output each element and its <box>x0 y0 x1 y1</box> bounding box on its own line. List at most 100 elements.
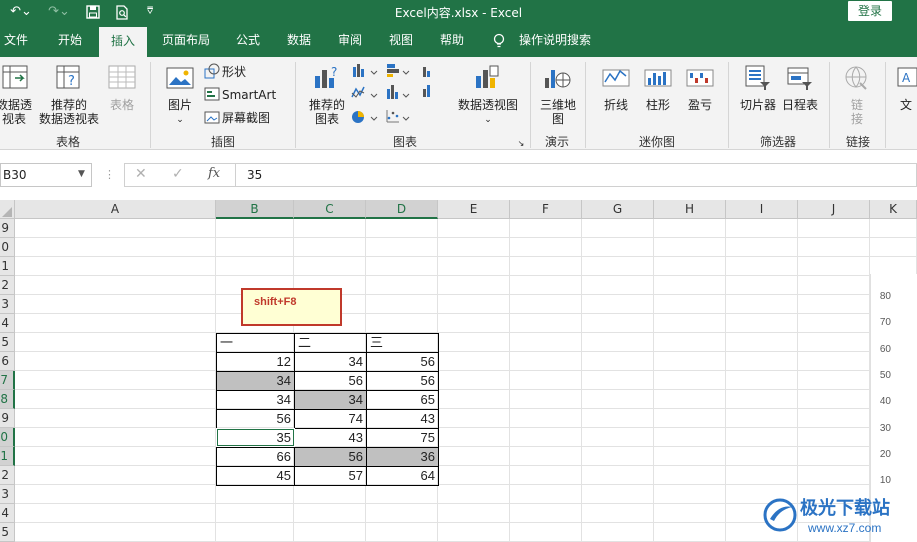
table-cell[interactable]: 56 <box>295 448 366 466</box>
insert-function-icon[interactable]: fx <box>208 166 220 181</box>
dialog-launcher-icon[interactable]: ↘ <box>516 137 526 151</box>
tab-insert[interactable]: 插入 <box>99 27 147 57</box>
row-header[interactable]: 1 <box>0 257 15 276</box>
row-header[interactable]: 2 <box>0 276 15 295</box>
table-cell[interactable]: 74 <box>295 410 366 428</box>
tab-home[interactable]: 开始 <box>50 24 90 57</box>
gridline <box>15 408 917 409</box>
row-header[interactable]: 0 <box>0 428 15 447</box>
table-cell[interactable]: 43 <box>367 410 438 428</box>
table-cell[interactable]: 45 <box>217 467 294 485</box>
table-cell[interactable]: 56 <box>295 372 366 390</box>
shapes-button[interactable]: 形状 <box>222 65 262 79</box>
column-header-c[interactable]: C <box>294 200 366 219</box>
row-header[interactable]: 2 <box>0 466 15 485</box>
chevron-down-icon: ⌄ <box>484 115 492 125</box>
gridline <box>15 484 917 485</box>
chart-y-tick-label: 40 <box>879 396 891 408</box>
gridline <box>15 294 917 295</box>
tab-review[interactable]: 审阅 <box>330 24 370 57</box>
table-cell[interactable]: 57 <box>295 467 366 485</box>
note-box[interactable]: shift+F8 <box>241 288 342 326</box>
row-header[interactable]: 0 <box>0 238 15 257</box>
row-header[interactable]: 6 <box>0 352 15 371</box>
column-header-b[interactable]: B <box>216 200 294 219</box>
table-cell[interactable]: 34 <box>295 391 366 409</box>
table-cell[interactable]: 56 <box>367 353 438 371</box>
row-header[interactable]: 7 <box>0 371 15 390</box>
row-header[interactable]: 4 <box>0 314 15 333</box>
row-header[interactable]: 9 <box>0 409 15 428</box>
column-header-f[interactable]: F <box>510 200 582 219</box>
table-border <box>216 352 439 353</box>
row-header[interactable]: 3 <box>0 295 15 314</box>
column-header-i[interactable]: I <box>726 200 798 219</box>
formula-input[interactable]: 35 <box>236 163 917 187</box>
tab-formulas[interactable]: 公式 <box>228 24 268 57</box>
table-cell[interactable]: 43 <box>295 429 366 447</box>
table-cell[interactable]: 75 <box>367 429 438 447</box>
table-cell[interactable]: 12 <box>217 353 294 371</box>
row-header[interactable]: 4 <box>0 504 15 523</box>
row-header[interactable]: 5 <box>0 523 15 542</box>
sparkline-winloss-icon <box>686 69 714 87</box>
column-header-h[interactable]: H <box>654 200 726 219</box>
row-header[interactable]: 3 <box>0 485 15 504</box>
pictures-button[interactable]: 图片 <box>160 98 200 112</box>
chevron-down-icon[interactable]: ▼ <box>78 169 85 179</box>
table-cell[interactable]: 65 <box>367 391 438 409</box>
gridline <box>15 370 917 371</box>
tab-view[interactable]: 视图 <box>381 24 421 57</box>
column-header-d[interactable]: D <box>366 200 438 219</box>
table-button[interactable]: 表格 <box>104 98 140 112</box>
tell-me-search[interactable]: 操作说明搜索 <box>515 24 595 57</box>
table-cell[interactable]: 56 <box>367 372 438 390</box>
table-cell[interactable]: 56 <box>217 410 294 428</box>
enter-icon[interactable]: ✓ <box>172 166 184 182</box>
smartart-button[interactable]: SmartArt <box>222 88 282 102</box>
tab-data[interactable]: 数据 <box>279 24 319 57</box>
ribbon-tabs: 文件 开始 插入 页面布局 公式 数据 审阅 视图 帮助 操作说明搜索 <box>0 24 917 57</box>
table-cell[interactable]: 64 <box>367 467 438 485</box>
select-all-corner[interactable] <box>0 200 15 219</box>
sparkline-line-button[interactable]: 折线 <box>598 98 634 112</box>
pivot-table-button[interactable]: 数据透 视表 <box>0 98 34 126</box>
cancel-icon[interactable]: ✕ <box>135 166 147 182</box>
row-header[interactable]: 1 <box>0 447 15 466</box>
3d-map-button[interactable]: 三维地 图 <box>536 98 580 126</box>
column-header-e[interactable]: E <box>438 200 510 219</box>
gridline <box>653 219 654 542</box>
table-cell[interactable]: 36 <box>367 448 438 466</box>
table-header-cell[interactable]: 三 <box>367 334 438 352</box>
tab-help[interactable]: 帮助 <box>432 24 472 57</box>
screenshot-icon <box>204 111 220 124</box>
chart-y-tick-label: 10 <box>879 475 891 487</box>
table-header-cell[interactable]: 二 <box>295 334 366 352</box>
sparkline-column-button[interactable]: 柱形 <box>640 98 676 112</box>
timeline-button[interactable]: 日程表 <box>780 98 820 112</box>
tab-page-layout[interactable]: 页面布局 <box>158 24 214 57</box>
recommended-pivot-button[interactable]: 推荐的 数据透视表 <box>36 98 102 126</box>
pivot-chart-button[interactable]: 数据透视图 <box>456 98 520 112</box>
row-header[interactable]: 9 <box>0 219 15 238</box>
recommended-charts-button[interactable]: 推荐的 图表 <box>305 98 349 126</box>
column-header-k[interactable]: K <box>870 200 917 219</box>
chart-type-buttons[interactable] <box>351 63 441 125</box>
sparkline-winloss-button[interactable]: 盈亏 <box>682 98 718 112</box>
column-header-g[interactable]: G <box>582 200 654 219</box>
screenshot-button[interactable]: 屏幕截图 <box>222 111 288 125</box>
column-header-j[interactable]: J <box>798 200 870 219</box>
table-cell[interactable]: 34 <box>217 391 294 409</box>
row-header[interactable]: 5 <box>0 333 15 352</box>
tab-file[interactable]: 文件 <box>0 24 32 57</box>
row-header[interactable]: 8 <box>0 390 15 409</box>
slicer-button[interactable]: 切片器 <box>736 98 780 112</box>
text-button[interactable]: 文 <box>900 98 917 112</box>
login-button[interactable]: 登录 <box>848 1 892 21</box>
table-cell[interactable]: 66 <box>217 448 294 466</box>
table-cell[interactable]: 34 <box>217 372 294 390</box>
link-button[interactable]: 链 接 <box>846 98 868 126</box>
column-header-a[interactable]: A <box>15 200 216 219</box>
table-header-cell[interactable]: 一 <box>217 334 294 352</box>
table-cell[interactable]: 34 <box>295 353 366 371</box>
